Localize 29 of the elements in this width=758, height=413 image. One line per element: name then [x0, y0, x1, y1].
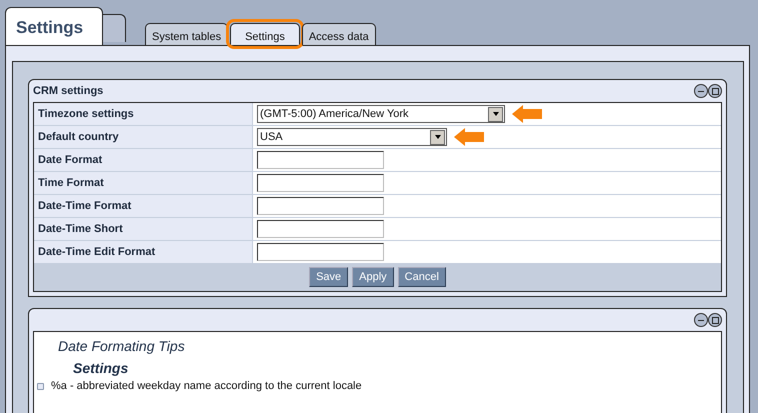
- input-field[interactable]: [257, 197, 384, 215]
- maximize-icon[interactable]: [708, 313, 722, 327]
- maximize-icon[interactable]: [708, 84, 722, 98]
- tips-subheading: Settings: [72, 360, 130, 376]
- input-field[interactable]: [257, 151, 384, 169]
- input-field[interactable]: [257, 220, 384, 238]
- tab[interactable]: System tables: [145, 23, 228, 45]
- field-label: Date-Time Short: [34, 218, 253, 240]
- form-button[interactable]: Cancel: [398, 267, 446, 287]
- input-field[interactable]: [257, 174, 384, 192]
- field-label: Date Format: [34, 149, 253, 171]
- bullet-icon: [37, 382, 44, 390]
- input-field[interactable]: [257, 243, 384, 261]
- tab[interactable]: Access data: [302, 23, 376, 45]
- field-label: Timezone settings: [34, 103, 253, 125]
- form-button[interactable]: Apply: [352, 267, 394, 287]
- field-label: Date-Time Format: [34, 195, 253, 217]
- panel-title: CRM settings: [33, 85, 104, 97]
- minimize-icon[interactable]: [694, 313, 708, 327]
- field-label: Time Format: [34, 172, 253, 194]
- field-label: Date-Time Edit Format: [34, 241, 253, 263]
- dropdown[interactable]: (GMT-5:00) America/New York: [257, 105, 505, 123]
- tip-text: %a - abbreviated weekday name according to the current locale: [51, 380, 362, 392]
- field-label: Default country: [34, 126, 253, 148]
- minimize-icon[interactable]: [694, 84, 708, 98]
- tips-heading: Date Formating Tips: [57, 338, 186, 354]
- tab[interactable]: Settings: [230, 23, 300, 45]
- form-button[interactable]: Save: [309, 267, 348, 287]
- dropdown[interactable]: USA: [257, 128, 447, 146]
